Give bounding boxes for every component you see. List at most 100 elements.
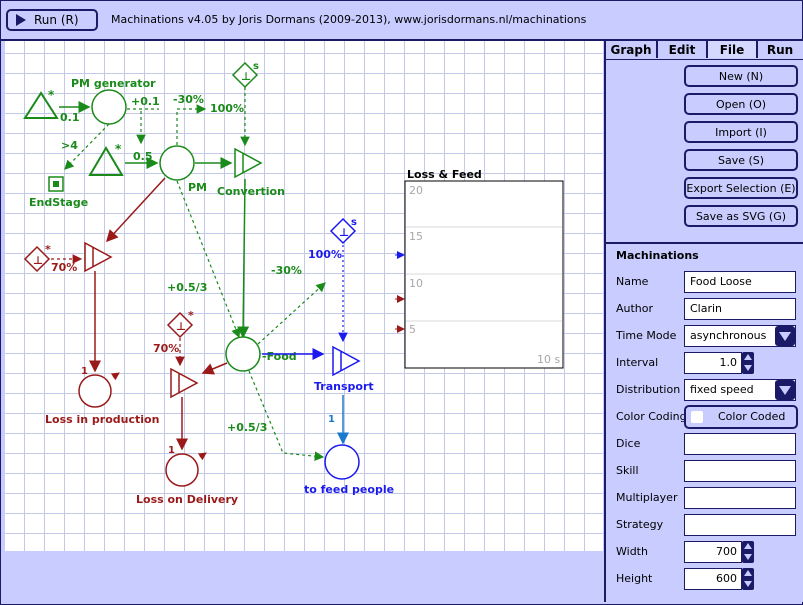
open-button[interactable]: Open (O) bbox=[684, 93, 798, 115]
modifier-label: +0.1 bbox=[131, 95, 160, 108]
chart-title: Loss & Feed bbox=[407, 168, 482, 181]
svg-text:*: * bbox=[48, 88, 55, 102]
panel-tabs: Graph Edit File Run bbox=[606, 41, 803, 60]
dice-field[interactable] bbox=[684, 433, 796, 455]
strategy-label: Strategy bbox=[616, 518, 664, 531]
chart-time-label: 10 s bbox=[537, 353, 560, 366]
svg-text:*: * bbox=[115, 142, 122, 156]
skill-field[interactable] bbox=[684, 460, 796, 482]
loss-on-delivery-pool[interactable] bbox=[165, 453, 199, 487]
width-stepper[interactable]: 700 bbox=[684, 541, 742, 563]
play-icon bbox=[16, 14, 26, 26]
save-button[interactable]: Save (S) bbox=[684, 149, 798, 171]
interval-label: Interval bbox=[616, 356, 659, 369]
svg-text:*: * bbox=[188, 309, 194, 322]
svg-text:⊥: ⊥ bbox=[33, 254, 43, 267]
modifier-label: +0.5/3 bbox=[227, 421, 267, 434]
distribution-select[interactable]: fixed speed bbox=[684, 379, 796, 401]
time-mode-value: asynchronous bbox=[690, 329, 767, 342]
interval-stepper-arrows[interactable] bbox=[742, 352, 754, 374]
to-feed-people-pool[interactable] bbox=[324, 444, 360, 480]
strategy-field[interactable] bbox=[684, 514, 796, 536]
transport-converter[interactable] bbox=[332, 345, 361, 377]
rate-label: 0.5 bbox=[133, 150, 153, 163]
tab-run[interactable]: Run bbox=[758, 41, 802, 58]
svg-text:1: 1 bbox=[81, 366, 88, 377]
percent-label: 70% bbox=[153, 342, 179, 355]
interval-stepper[interactable]: 1.0 bbox=[684, 352, 742, 374]
loss-in-production-label: Loss in production bbox=[45, 413, 159, 426]
chevron-down-icon[interactable] bbox=[775, 326, 795, 346]
delivery-loss-converter[interactable] bbox=[170, 367, 199, 399]
tab-file[interactable]: File bbox=[708, 41, 758, 58]
skill-label: Skill bbox=[616, 464, 639, 477]
app-window: Run (R) Machinations v4.05 by Joris Dorm… bbox=[0, 0, 803, 605]
import-button[interactable]: Import (I) bbox=[684, 121, 798, 143]
author-label: Author bbox=[616, 302, 654, 315]
chevron-down-icon[interactable] bbox=[775, 380, 795, 400]
end-stage-label: EndStage bbox=[29, 196, 88, 209]
run-button[interactable]: Run (R) bbox=[6, 9, 98, 31]
rate-label: 0.1 bbox=[60, 111, 80, 124]
dice-label: Dice bbox=[616, 437, 641, 450]
svg-text:⊥: ⊥ bbox=[176, 320, 186, 333]
top-bar: Run (R) Machinations v4.05 by Joris Dorm… bbox=[1, 1, 802, 41]
food-pool[interactable] bbox=[225, 336, 261, 372]
diagram-svg: * 0.1 PM generator +0.1 -30% 100% >4 End… bbox=[23, 61, 564, 506]
multiplayer-label: Multiplayer bbox=[616, 491, 678, 504]
time-mode-select[interactable]: asynchronous bbox=[684, 325, 796, 347]
loss-on-delivery-label: Loss on Delivery bbox=[136, 493, 238, 506]
checkbox-icon bbox=[691, 411, 703, 423]
save-as-svg-button[interactable]: Save as SVG (G) bbox=[684, 205, 798, 227]
percent-label: -30% bbox=[173, 93, 204, 106]
author-field[interactable]: Clarin bbox=[684, 298, 796, 320]
right-panel: Graph Edit File Run New (N) Open (O) Imp… bbox=[604, 41, 803, 602]
pm-generator-label: PM generator bbox=[71, 77, 156, 90]
percent-label: 100% bbox=[210, 102, 244, 115]
export-selection-button[interactable]: Export Selection (E) bbox=[684, 177, 798, 199]
height-stepper[interactable]: 600 bbox=[684, 568, 742, 590]
multiplayer-field[interactable] bbox=[684, 487, 796, 509]
pm-pool[interactable] bbox=[159, 145, 195, 181]
chart-tick: 20 bbox=[409, 184, 423, 197]
name-field[interactable]: Food Loose bbox=[684, 271, 796, 293]
tab-graph[interactable]: Graph bbox=[606, 41, 658, 58]
condition-label: >4 bbox=[61, 139, 78, 152]
convertion-converter[interactable] bbox=[234, 147, 263, 179]
svg-text:s: s bbox=[253, 61, 259, 72]
svg-text:*: * bbox=[45, 243, 51, 256]
svg-text:⊥: ⊥ bbox=[339, 226, 349, 239]
section-title: Machinations bbox=[616, 249, 699, 262]
tab-edit[interactable]: Edit bbox=[658, 41, 708, 58]
diagram-canvas[interactable]: * 0.1 PM generator +0.1 -30% 100% >4 End… bbox=[5, 41, 603, 551]
chart-tick: 10 bbox=[409, 277, 423, 290]
svg-text:s: s bbox=[351, 217, 357, 228]
height-label: Height bbox=[616, 572, 653, 585]
color-coding-label: Color Coding bbox=[616, 410, 687, 423]
modifier-label: +0.5/3 bbox=[167, 281, 207, 294]
app-title: Machinations v4.05 by Joris Dormans (200… bbox=[111, 13, 587, 26]
food-label: -Food bbox=[262, 350, 297, 363]
percent-label: 70% bbox=[51, 261, 77, 274]
transport-label: Transport bbox=[314, 380, 374, 393]
color-coding-value: Color Coded bbox=[718, 410, 786, 423]
width-stepper-arrows[interactable] bbox=[742, 541, 754, 563]
new-button[interactable]: New (N) bbox=[684, 65, 798, 87]
height-stepper-arrows[interactable] bbox=[742, 568, 754, 590]
to-feed-people-label: to feed people bbox=[304, 483, 394, 496]
svg-text:1: 1 bbox=[168, 445, 175, 456]
percent-label: -30% bbox=[271, 264, 302, 277]
loss-in-production-pool[interactable] bbox=[78, 374, 112, 408]
color-coding-toggle[interactable]: Color Coded bbox=[684, 405, 798, 429]
production-loss-converter[interactable] bbox=[84, 241, 113, 273]
convertion-label: Convertion bbox=[217, 185, 285, 198]
time-mode-label: Time Mode bbox=[616, 329, 677, 342]
bottom-strip bbox=[5, 552, 603, 602]
name-label: Name bbox=[616, 275, 649, 288]
pm-generator-pool[interactable] bbox=[91, 89, 127, 125]
panel-divider bbox=[606, 242, 803, 244]
distribution-value: fixed speed bbox=[690, 383, 754, 396]
width-label: Width bbox=[616, 545, 648, 558]
svg-text:⊥: ⊥ bbox=[241, 70, 251, 83]
distribution-label: Distribution bbox=[616, 383, 681, 396]
